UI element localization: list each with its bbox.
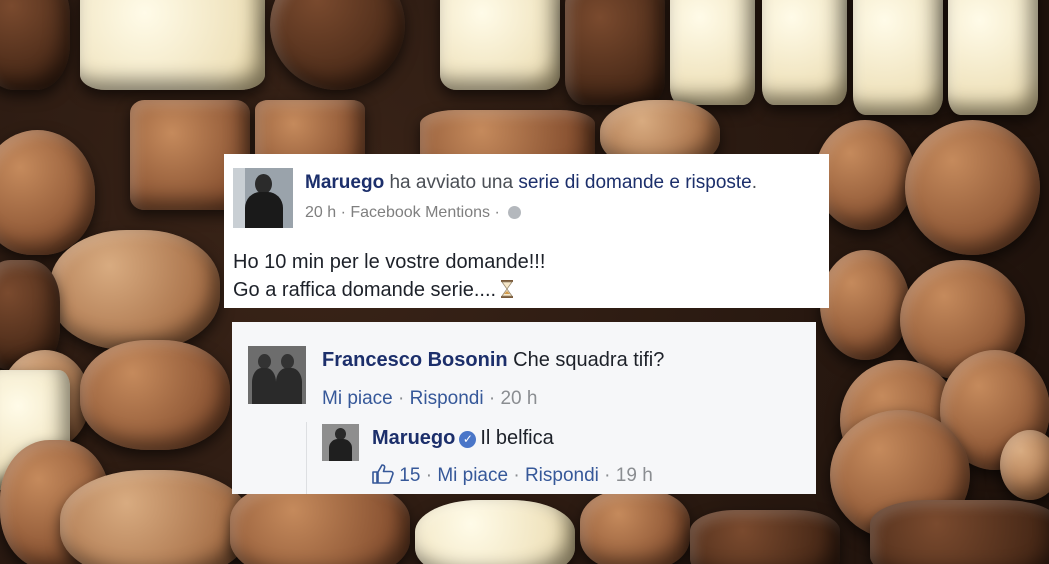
post-body: Ho 10 min per le vostre domande!!! Go a … [233,248,545,304]
reply-line: Maruego ✓ Il belfica [372,427,554,450]
hourglass-icon [501,280,514,298]
globe-icon [508,206,522,220]
meta-separator: · [494,204,500,221]
comments-section: Francesco Bosonin Che squadra tifi? Mi p… [232,322,816,494]
separator-dot: · [513,465,520,486]
comment-timestamp[interactable]: 20 h [500,388,537,409]
post-header: Maruego ha avviato una serie di domande … [305,172,757,194]
comment-line: Francesco Bosonin Che squadra tifi? [322,349,664,372]
post-author-name[interactable]: Maruego [305,172,384,193]
like-count[interactable]: 15 [399,465,420,486]
commenter-name[interactable]: Francesco Bosonin [322,349,508,371]
post-meta: 20 h · Facebook Mentions · [305,204,522,222]
like-link[interactable]: Mi piace [437,465,508,486]
reply-text: Il belfica [480,427,554,449]
reply-author-name[interactable]: Maruego [372,427,455,449]
commenter-avatar[interactable] [248,346,306,404]
reply-actions: 15 · Mi piace · Rispondi · 19 h [372,464,653,487]
separator-dot: · [398,388,405,409]
post-action-text: ha avviato una [389,172,514,193]
reply-link[interactable]: Rispondi [525,465,599,486]
verified-badge-icon: ✓ [459,431,477,448]
meta-separator: · [340,204,346,221]
thumbs-up-icon[interactable] [372,464,394,484]
reply-author-avatar[interactable] [322,424,359,461]
reply-timestamp[interactable]: 19 h [616,465,653,486]
like-link[interactable]: Mi piace [322,388,393,409]
comment-text: Che squadra tifi? [513,349,665,371]
reply-thread-line [306,422,307,494]
post-timestamp[interactable]: 20 h [305,204,336,221]
post-body-line: Ho 10 min per le vostre domande!!! [233,251,546,273]
reply-link[interactable]: Rispondi [410,388,484,409]
post-action-end: . [751,172,758,193]
post-body-line-2: Go a raffica domande serie.... [233,276,545,304]
comment-actions: Mi piace · Rispondi · 20 h [322,388,537,410]
qa-series-link[interactable]: serie di domande e risposte [518,172,751,193]
author-avatar[interactable] [233,168,293,228]
separator-dot: · [425,465,433,486]
separator-dot: · [604,465,611,486]
separator-dot: · [488,388,496,409]
post-card: Maruego ha avviato una serie di domande … [224,154,829,308]
post-source[interactable]: Facebook Mentions [350,204,490,221]
